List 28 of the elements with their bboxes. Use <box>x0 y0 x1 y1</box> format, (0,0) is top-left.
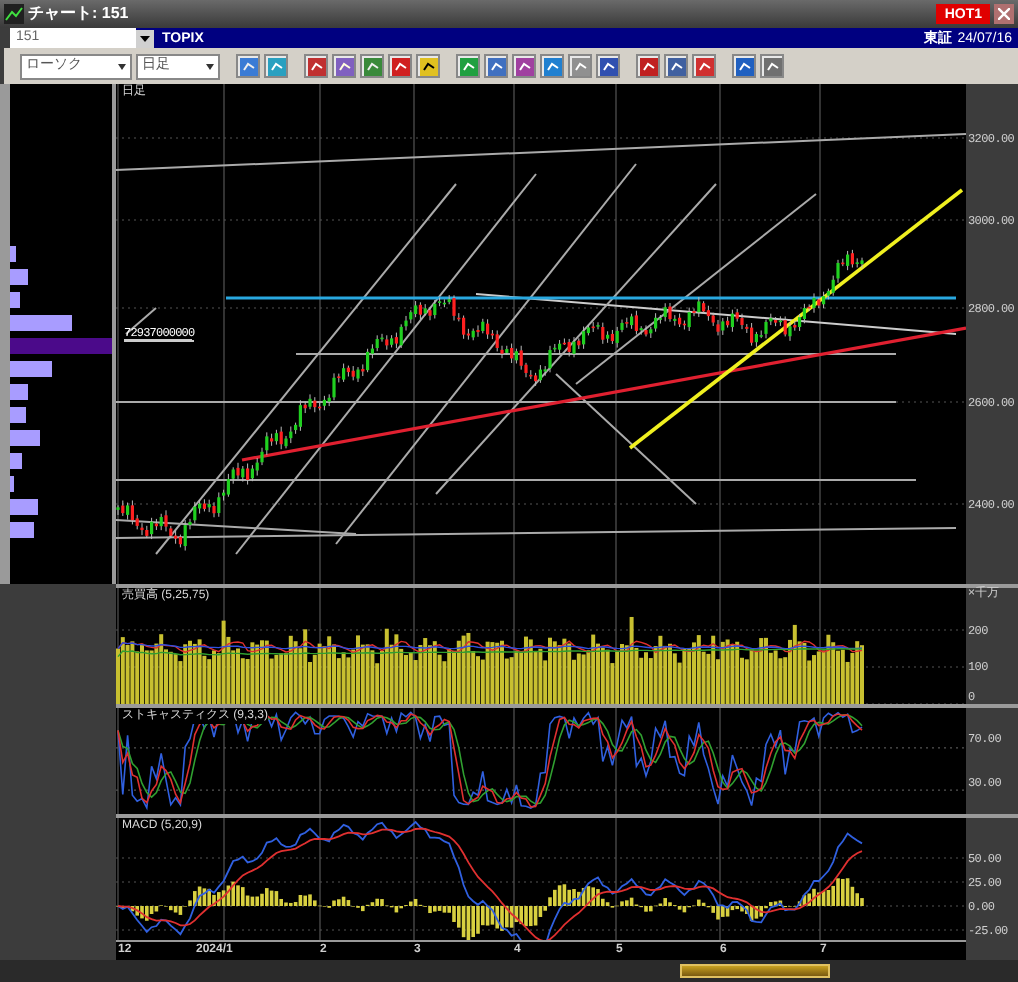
close-icon <box>998 8 1010 20</box>
toolbar-icon <box>735 57 753 75</box>
toolbar-icon <box>419 57 437 75</box>
app-icon <box>4 4 24 24</box>
toolbar-button[interactable] <box>416 54 440 78</box>
toolbar-icon <box>543 57 561 75</box>
toolbar-icon <box>459 57 477 75</box>
toolbar-button[interactable] <box>664 54 688 78</box>
toolbar-icon <box>515 57 533 75</box>
caret-icon <box>140 35 150 41</box>
window-title: チャート: 151 <box>28 4 129 24</box>
toolbar-icon <box>639 57 657 75</box>
toolbar-icon <box>487 57 505 75</box>
toolbar-icon <box>571 57 589 75</box>
toolbar-icon <box>335 57 353 75</box>
toolbar-icon <box>667 57 685 75</box>
toolbar-icon <box>763 57 781 75</box>
toolbar-icon <box>239 57 257 75</box>
toolbar-icon <box>695 57 713 75</box>
toolbar-icon <box>599 57 617 75</box>
toolbar-icon <box>391 57 409 75</box>
scrollbar-thumb[interactable] <box>680 964 830 978</box>
toolbar-icon <box>267 57 285 75</box>
toolbar-icon <box>363 57 381 75</box>
toolbar-icon <box>307 57 325 75</box>
dropdown-button[interactable] <box>136 29 154 47</box>
close-button[interactable] <box>994 4 1014 24</box>
toolbar-button[interactable] <box>596 54 620 78</box>
